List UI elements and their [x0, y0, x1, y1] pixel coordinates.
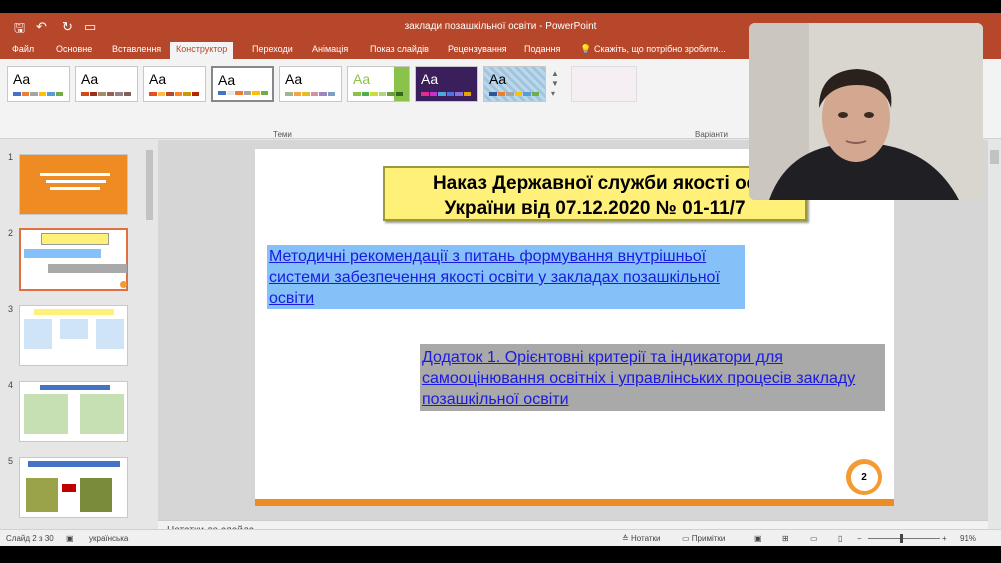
- theme-7[interactable]: Aa: [415, 66, 478, 102]
- status-bar: Слайд 2 з 30 ▣ українська ≙ Нотатки ▭ Пр…: [0, 529, 1001, 546]
- language-indicator[interactable]: українська: [89, 534, 128, 543]
- reading-view-icon[interactable]: ▭: [810, 534, 818, 543]
- slide-number-badge: 2: [846, 459, 882, 495]
- theme-3[interactable]: Aa: [143, 66, 206, 102]
- slide-thumbnail-3[interactable]: [19, 305, 128, 366]
- slide-counter: Слайд 2 з 30: [6, 534, 54, 543]
- tab-file[interactable]: Файл: [12, 44, 34, 54]
- variants-group-label: Варіанти: [695, 130, 729, 139]
- slide-thumbnail-4[interactable]: [19, 381, 128, 442]
- zoom-out-icon[interactable]: −: [857, 534, 862, 543]
- slide-thumbnail-pane: 1 2 3 4 5: [0, 140, 157, 541]
- theme-8[interactable]: Aa: [483, 66, 546, 102]
- slide-thumbnail-5[interactable]: [19, 457, 128, 518]
- tab-transitions[interactable]: Переходи: [252, 44, 293, 54]
- tab-animations[interactable]: Анімація: [312, 44, 348, 54]
- zoom-slider-thumb[interactable]: [900, 534, 903, 543]
- theme-6[interactable]: Aa: [347, 66, 410, 102]
- notes-toggle[interactable]: ≙ Нотатки: [622, 534, 660, 543]
- tab-design[interactable]: Конструктор: [170, 42, 234, 59]
- themes-group-label: Теми: [273, 130, 292, 139]
- tab-slideshow[interactable]: Показ слайдів: [370, 44, 429, 54]
- variant-1[interactable]: [571, 66, 637, 102]
- guidelines-link[interactable]: Методичні рекомендації з питань формуван…: [267, 245, 745, 309]
- tab-insert[interactable]: Вставлення: [112, 44, 161, 54]
- theme-2[interactable]: Aa: [75, 66, 138, 102]
- webcam-overlay: [749, 23, 983, 200]
- editor-scrollbar[interactable]: [988, 140, 1001, 541]
- slideshow-view-icon[interactable]: ▯: [838, 534, 842, 543]
- theme-4-selected[interactable]: Aa: [211, 66, 274, 102]
- zoom-in-icon[interactable]: +: [942, 534, 947, 543]
- slide-footer-bar: [255, 499, 894, 506]
- zoom-level[interactable]: 91%: [960, 534, 976, 543]
- tab-review[interactable]: Рецензування: [448, 44, 507, 54]
- appendix-link[interactable]: Додаток 1. Орієнтовні критерії та індика…: [420, 344, 885, 411]
- tab-home[interactable]: Основне: [56, 44, 92, 54]
- current-slide: Наказ Державної служби якості ос України…: [255, 149, 894, 506]
- comments-toggle[interactable]: ▭ Примітки: [682, 534, 725, 543]
- tell-me-box[interactable]: Скажіть, що потрібно зробити...: [594, 44, 726, 54]
- theme-5[interactable]: Aa: [279, 66, 342, 102]
- normal-view-icon[interactable]: ▣: [754, 534, 762, 543]
- spellcheck-icon[interactable]: ▣: [66, 534, 74, 543]
- theme-1[interactable]: Aa: [7, 66, 70, 102]
- thumbnail-scrollbar[interactable]: [144, 142, 155, 541]
- slide-title[interactable]: Наказ Державної служби якості ос України…: [383, 166, 807, 221]
- slide-thumbnail-2-selected[interactable]: [19, 228, 128, 291]
- themes-scroll-arrows[interactable]: ▲ ▼ ▾: [551, 69, 559, 99]
- slide-sorter-icon[interactable]: ⊞: [782, 534, 789, 543]
- webcam-person-image: [749, 23, 983, 200]
- zoom-slider[interactable]: [868, 538, 940, 539]
- slide-thumbnail-1[interactable]: [19, 154, 128, 215]
- lightbulb-icon: 💡: [580, 44, 592, 54]
- tab-view[interactable]: Подання: [524, 44, 560, 54]
